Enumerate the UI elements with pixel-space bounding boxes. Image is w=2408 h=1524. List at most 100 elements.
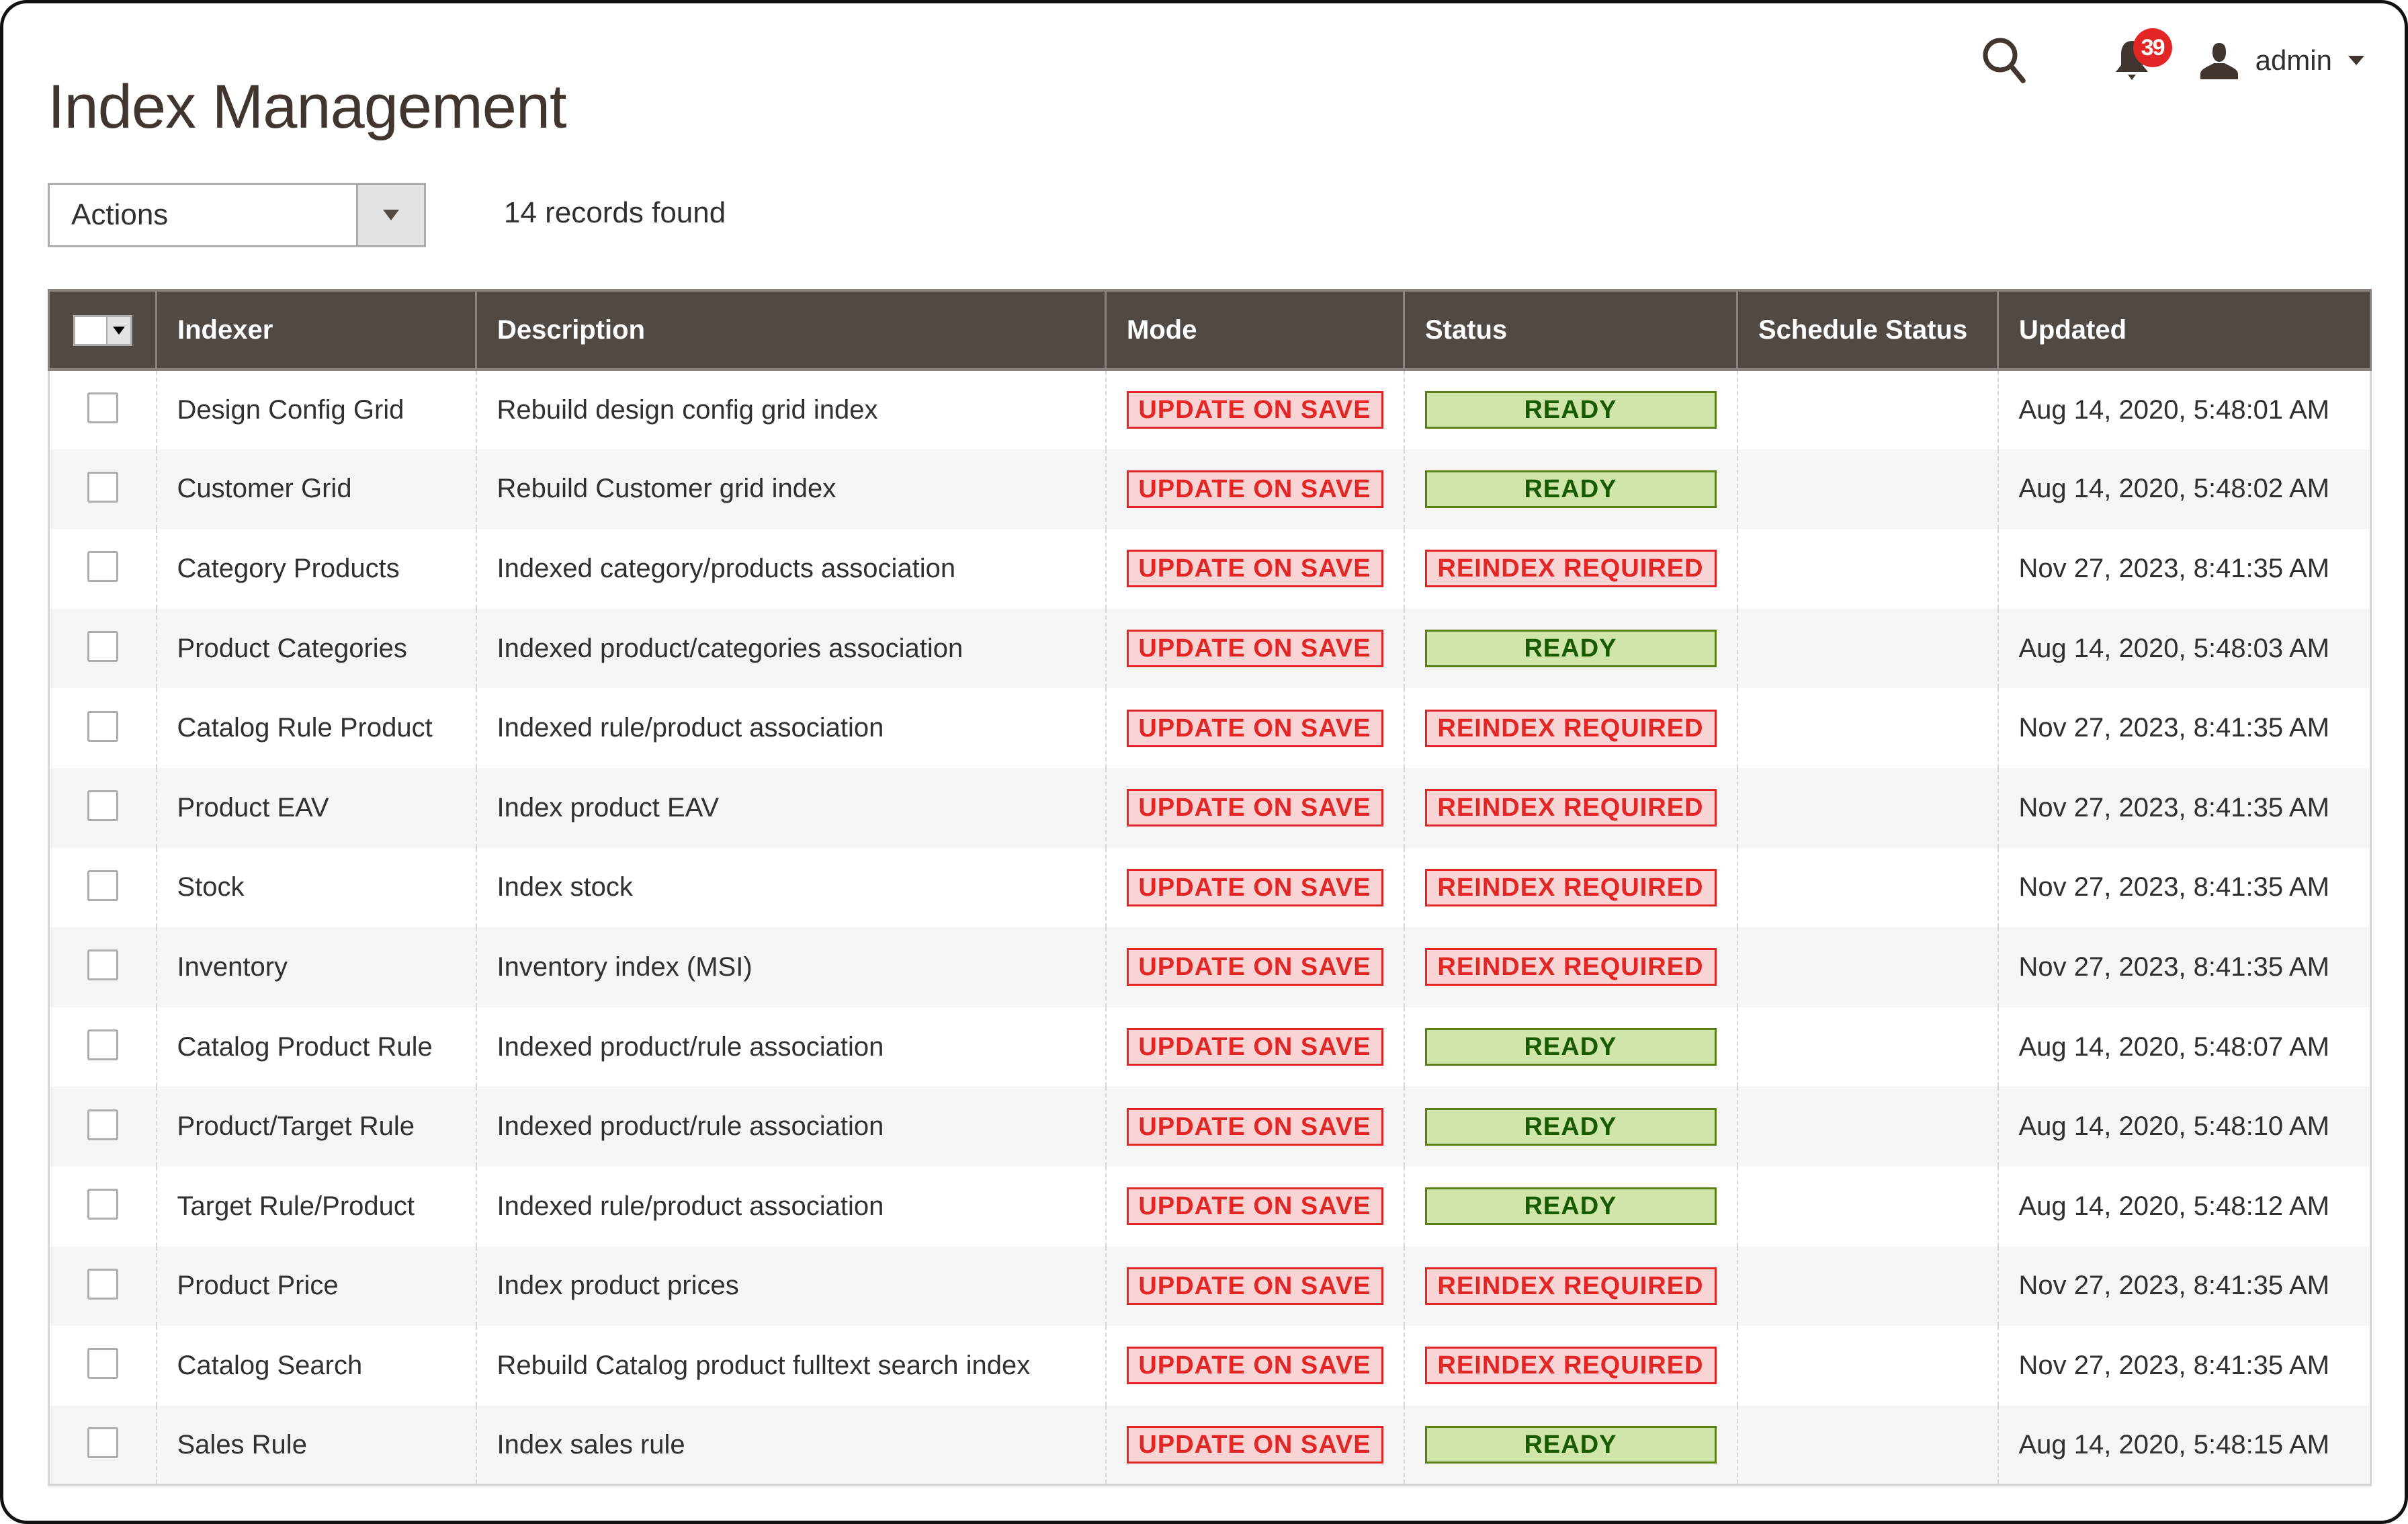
row-checkbox[interactable] [87, 1109, 118, 1140]
notifications-button[interactable]: 39 [2105, 28, 2172, 87]
row-checkbox[interactable] [87, 1427, 118, 1458]
row-select-cell [48, 529, 157, 609]
user-icon [2200, 43, 2238, 79]
mass-select-checkbox[interactable] [75, 316, 106, 344]
table-row: Catalog Product Rule Indexed product/rule… [48, 1007, 2372, 1087]
row-checkbox[interactable] [87, 1268, 118, 1300]
updated-timestamp: Nov 27, 2023, 8:41:35 AM [1997, 1246, 2372, 1326]
row-select-cell [48, 608, 157, 689]
table-row: Customer Grid Rebuild Customer grid index… [48, 449, 2372, 530]
status-badge: READY [1424, 1187, 1717, 1226]
row-select-cell [48, 449, 157, 530]
status-badge: REINDEX REQUIRED [1424, 709, 1717, 747]
schedule-status [1736, 370, 1998, 450]
indexer-description: Indexed category/products association [475, 529, 1106, 609]
column-header-description[interactable]: Description [475, 289, 1107, 371]
column-header-status[interactable]: Status [1403, 289, 1738, 371]
status-cell: READY [1403, 370, 1737, 450]
updated-timestamp: Nov 27, 2023, 8:41:35 AM [1997, 529, 2372, 609]
indexer-description: Indexed rule/product association [475, 688, 1106, 768]
updated-timestamp: Aug 14, 2020, 5:48:12 AM [1997, 1166, 2372, 1246]
user-menu[interactable]: admin [2199, 40, 2364, 81]
row-checkbox[interactable] [87, 1348, 118, 1380]
status-badge: REINDEX REQUIRED [1424, 550, 1717, 588]
mode-cell: UPDATE ON SAVE [1105, 1326, 1404, 1406]
records-count: 14 records found [504, 196, 726, 229]
user-name: admin [2255, 44, 2332, 76]
indexer-name: Stock [155, 847, 476, 928]
actions-dropdown[interactable]: Actions [48, 183, 426, 247]
row-checkbox[interactable] [87, 471, 118, 503]
updated-timestamp: Nov 27, 2023, 8:41:35 AM [1997, 847, 2372, 928]
status-cell: READY [1403, 608, 1737, 689]
row-checkbox[interactable] [87, 392, 118, 424]
row-checkbox[interactable] [87, 1189, 118, 1220]
header-actions: 39 admin [1977, 28, 2364, 87]
mode-cell: UPDATE ON SAVE [1105, 847, 1404, 928]
status-cell: READY [1403, 1007, 1737, 1087]
row-checkbox[interactable] [87, 551, 118, 583]
notification-count-badge: 39 [2133, 28, 2172, 67]
column-header-indexer[interactable]: Indexer [155, 289, 477, 371]
indexer-name: Category Products [155, 529, 476, 609]
row-select-cell [48, 1326, 157, 1406]
indexer-description: Index product EAV [475, 767, 1106, 848]
indexer-name: Target Rule/Product [155, 1166, 476, 1246]
row-select-cell [48, 847, 157, 928]
status-badge: REINDEX REQUIRED [1424, 868, 1717, 906]
status-badge: READY [1424, 1107, 1717, 1146]
status-cell: REINDEX REQUIRED [1403, 529, 1737, 609]
indexer-name: Product EAV [155, 767, 476, 848]
indexer-description: Rebuild design config grid index [475, 370, 1106, 450]
row-checkbox[interactable] [87, 631, 118, 663]
chevron-down-icon [112, 326, 125, 335]
indexer-description: Rebuild Catalog product fulltext search … [475, 1326, 1106, 1406]
column-header-updated[interactable]: Updated [1997, 289, 2372, 371]
updated-timestamp: Aug 14, 2020, 5:48:10 AM [1997, 1087, 2372, 1167]
table-row: Catalog Search Rebuild Catalog product fu… [48, 1326, 2372, 1406]
mode-cell: UPDATE ON SAVE [1105, 449, 1404, 530]
row-checkbox[interactable] [87, 790, 118, 822]
indexer-description: Index sales rule [475, 1405, 1106, 1487]
actions-dropdown-toggle[interactable] [356, 185, 424, 245]
page-title: Index Management [48, 72, 567, 141]
search-button[interactable] [1977, 34, 2031, 87]
indexer-name: Product Price [155, 1246, 476, 1326]
row-checkbox[interactable] [87, 710, 118, 742]
caret-down-icon [2348, 56, 2364, 65]
status-cell: REINDEX REQUIRED [1403, 847, 1737, 928]
column-header-mode[interactable]: Mode [1105, 289, 1405, 371]
status-cell: READY [1403, 1405, 1737, 1487]
status-badge: REINDEX REQUIRED [1424, 789, 1717, 827]
mode-badge: UPDATE ON SAVE [1126, 1107, 1383, 1146]
mode-cell: UPDATE ON SAVE [1105, 370, 1404, 450]
status-cell: REINDEX REQUIRED [1403, 767, 1737, 848]
mode-badge: UPDATE ON SAVE [1126, 630, 1383, 668]
row-checkbox[interactable] [87, 1029, 118, 1060]
schedule-status [1736, 1166, 1998, 1246]
indexer-description: Index stock [475, 847, 1106, 928]
mass-select-toggle[interactable] [105, 316, 130, 344]
indexer-name: Catalog Search [155, 1326, 476, 1406]
search-icon [1983, 38, 2026, 83]
row-checkbox[interactable] [87, 870, 118, 901]
table-row: Design Config Grid Rebuild design config … [48, 370, 2372, 450]
column-header-schedule-status[interactable]: Schedule Status [1736, 289, 1999, 371]
chevron-down-icon [383, 210, 399, 220]
row-checkbox[interactable] [87, 949, 118, 981]
indexer-name: Product Categories [155, 608, 476, 689]
status-badge: READY [1424, 1426, 1717, 1464]
mode-badge: UPDATE ON SAVE [1126, 868, 1383, 906]
indexer-grid: Indexer Description Mode Status Schedule… [48, 289, 2372, 1487]
status-cell: REINDEX REQUIRED [1403, 927, 1737, 1007]
mode-badge: UPDATE ON SAVE [1126, 391, 1383, 429]
status-badge: READY [1424, 470, 1717, 508]
row-select-cell [48, 370, 157, 450]
updated-timestamp: Aug 14, 2020, 5:48:03 AM [1997, 608, 2372, 689]
status-badge: READY [1424, 1028, 1717, 1066]
status-badge: READY [1424, 630, 1717, 668]
updated-timestamp: Nov 27, 2023, 8:41:35 AM [1997, 1326, 2372, 1406]
mass-select-dropdown[interactable] [73, 314, 132, 346]
schedule-status [1736, 847, 1998, 928]
indexer-name: Design Config Grid [155, 370, 476, 450]
